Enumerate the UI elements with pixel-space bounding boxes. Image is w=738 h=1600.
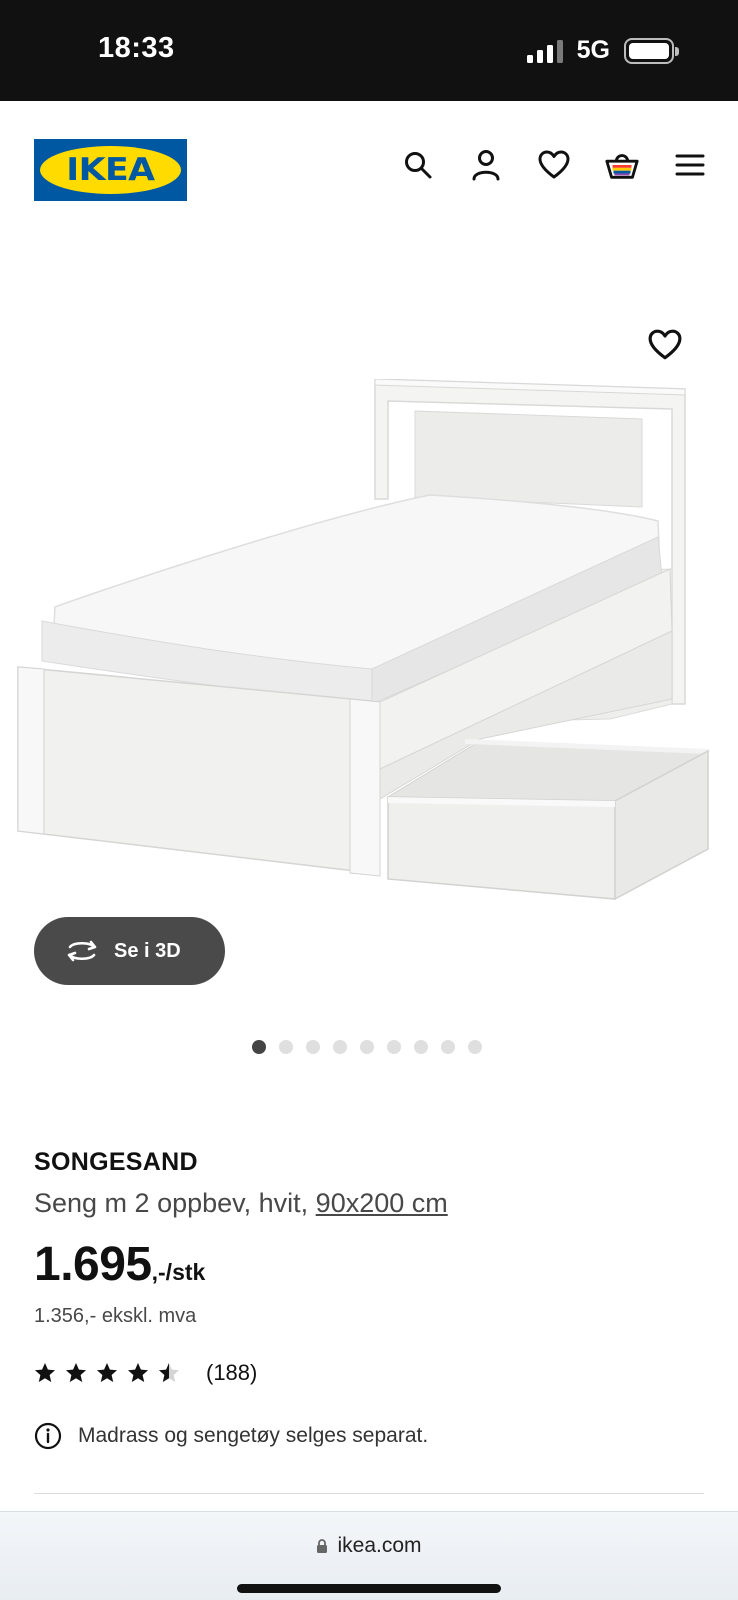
ikea-logo[interactable]: IKEA — [34, 139, 187, 201]
status-indicators: 5G — [526, 36, 679, 65]
star-half-icon — [159, 1363, 179, 1382]
signal-icon — [526, 39, 563, 63]
home-indicator[interactable] — [237, 1584, 501, 1593]
account-icon[interactable] — [468, 147, 504, 183]
search-icon[interactable] — [400, 147, 436, 183]
basket-icon[interactable] — [604, 147, 640, 183]
gallery-dot[interactable] — [333, 1040, 347, 1054]
browser-url-bar: ikea.com — [0, 1511, 738, 1600]
review-count: (188) — [206, 1360, 258, 1385]
info-icon — [34, 1422, 62, 1450]
heart-icon[interactable] — [536, 147, 572, 183]
menu-icon[interactable] — [672, 147, 708, 183]
header-actions — [400, 147, 708, 183]
gallery-dot[interactable] — [279, 1040, 293, 1054]
product-image-bed — [17, 379, 710, 901]
star-full-icon — [128, 1363, 148, 1382]
product-price: 1.695 ,-/stk — [34, 1237, 205, 1292]
gallery-dot[interactable] — [252, 1040, 266, 1054]
logo-oval: IKEA — [40, 146, 181, 194]
product-size-link[interactable]: 90x200 cm — [316, 1188, 448, 1218]
notice-text: Madrass og sengetøy selges separat. — [78, 1424, 429, 1447]
product-description-text: Seng m 2 oppbev, hvit, — [34, 1188, 316, 1218]
gallery-dot[interactable] — [468, 1040, 482, 1054]
status-time: 18:33 — [98, 32, 175, 64]
status-bar: 18:33 5G — [0, 0, 738, 101]
address-field[interactable]: ikea.com — [0, 1534, 738, 1558]
gallery-dot[interactable] — [306, 1040, 320, 1054]
star-full-icon — [97, 1363, 117, 1382]
url-text: ikea.com — [337, 1534, 422, 1557]
gallery-dot[interactable] — [387, 1040, 401, 1054]
favourite-heart-icon[interactable] — [648, 329, 688, 369]
gallery-pagination — [252, 1040, 482, 1054]
view-in-3d-label: Se i 3D — [114, 939, 181, 962]
view-in-3d-button[interactable]: Se i 3D — [34, 917, 225, 985]
gallery-dot[interactable] — [360, 1040, 374, 1054]
product-gallery[interactable]: Se i 3D — [0, 231, 738, 1071]
lock-icon — [317, 1539, 328, 1553]
price-suffix: ,-/stk — [151, 1259, 206, 1285]
gallery-dot[interactable] — [441, 1040, 455, 1054]
star-full-icon — [66, 1363, 86, 1382]
product-description: Seng m 2 oppbev, hvit, 90x200 cm — [34, 1188, 448, 1219]
rotate-3d-icon — [67, 940, 97, 962]
price-value: 1.695 — [34, 1238, 152, 1291]
logo-text: IKEA — [66, 152, 155, 188]
product-name: SONGESAND — [34, 1148, 198, 1176]
site-header: IKEA — [0, 101, 738, 231]
product-notice: Madrass og sengetøy selges separat. — [34, 1422, 428, 1450]
section-divider — [34, 1493, 704, 1494]
network-type: 5G — [576, 36, 610, 64]
star-full-icon — [35, 1363, 55, 1382]
rating-stars — [34, 1362, 180, 1384]
product-rating[interactable]: (188) — [34, 1360, 257, 1386]
battery-icon — [624, 37, 679, 64]
gallery-dot[interactable] — [414, 1040, 428, 1054]
price-excluding-vat: 1.356,- ekskl. mva — [34, 1305, 197, 1327]
